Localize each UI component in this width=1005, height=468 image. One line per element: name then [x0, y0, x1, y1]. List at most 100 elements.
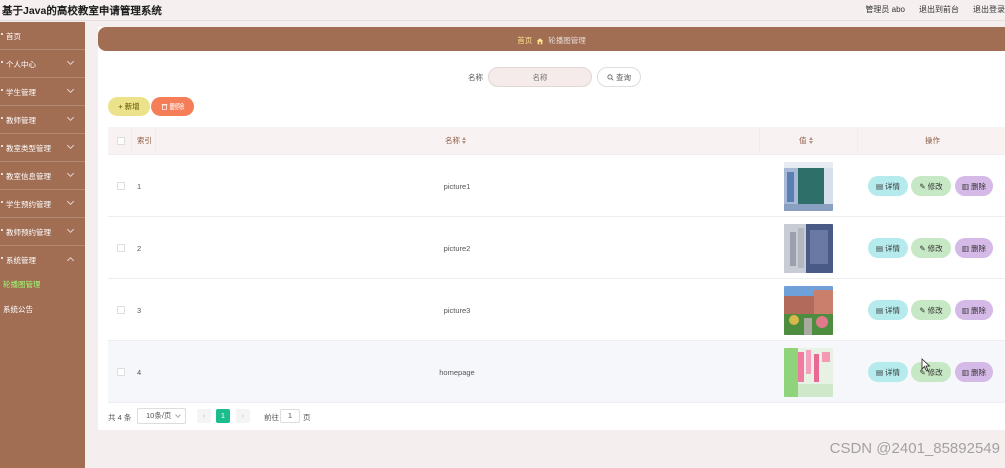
chevron-down-icon: [66, 225, 75, 234]
top-bar: 基于Java的高校教室申请管理系统 管理员 abo 退出到前台 退出登录: [0, 0, 1005, 21]
edit-button[interactable]: ✎ 修改: [911, 238, 951, 258]
delete-button[interactable]: ▥ 删除: [955, 362, 993, 382]
sidebar-item-label: 系统管理: [6, 256, 36, 265]
exit-front-link[interactable]: 退出到前台: [919, 4, 959, 15]
sidebar-item-students[interactable]: 学生管理: [0, 78, 85, 106]
sidebar-item-label: 学生预约管理: [6, 200, 51, 209]
goto-label: 前往: [264, 413, 279, 422]
sidebar-item-classroom-types[interactable]: 教室类型管理: [0, 134, 85, 162]
add-button[interactable]: + 新增: [108, 97, 150, 116]
pencil-icon: ✎: [919, 305, 926, 315]
table-row: 1 picture1 ▤ 详情 ✎ 修改 ▥ 删除: [108, 155, 1005, 217]
page-size-select[interactable]: 10条/页: [137, 408, 186, 424]
next-page-button[interactable]: ›: [236, 409, 250, 423]
select-all-cell: [117, 127, 125, 155]
batch-delete-button[interactable]: 删除: [151, 97, 194, 116]
prev-page-button[interactable]: ‹: [197, 409, 211, 423]
trash-icon: ▥: [961, 243, 970, 253]
pagination: 共 4 条 10条/页 ‹ 1 › 前往 1 页: [108, 408, 508, 424]
delete-button[interactable]: ▥ 删除: [955, 300, 993, 320]
sidebar-item-system[interactable]: 系统管理: [0, 246, 85, 274]
sidebar-item-student-booking[interactable]: 学生预约管理: [0, 190, 85, 218]
detail-button[interactable]: ▤ 详情: [868, 300, 908, 320]
edit-button[interactable]: ✎ 修改: [911, 362, 951, 382]
delete-button-label: 删除: [971, 181, 987, 191]
row-name: picture3: [443, 305, 471, 315]
sidebar-item-profile[interactable]: 个人中心: [0, 50, 85, 78]
detail-button-label: 详情: [885, 243, 901, 253]
pencil-icon: ✎: [919, 243, 926, 253]
page-number-active[interactable]: 1: [216, 409, 230, 423]
search-input[interactable]: [488, 67, 592, 87]
doc-icon: ▤: [875, 305, 884, 315]
header-name[interactable]: 名称: [445, 127, 467, 155]
pencil-icon: ✎: [919, 181, 926, 191]
sidebar-item-label: 教师管理: [6, 116, 36, 125]
main-content: 首页 轮播图管理 名称 查询 + 新增 删: [98, 27, 1005, 430]
search-bar: 名称 查询: [98, 67, 1005, 87]
row-index: 3: [137, 305, 142, 315]
detail-button[interactable]: ▤ 详情: [868, 238, 908, 258]
row-checkbox[interactable]: [117, 306, 125, 314]
detail-button[interactable]: ▤ 详情: [868, 176, 908, 196]
table-row: 3 picture3 ▤ 详情 ✎ 修改 ▥ 删除: [108, 279, 1005, 341]
header-name-label: 名称: [445, 136, 460, 145]
goto-page-input[interactable]: 1: [280, 409, 300, 423]
table-header: 索引 名称 值 操作: [108, 127, 1005, 155]
sidebar-item-teacher-booking[interactable]: 教师预约管理: [0, 218, 85, 246]
row-name: picture2: [443, 243, 471, 253]
edit-button-label: 修改: [927, 181, 943, 191]
header-value[interactable]: 值: [799, 127, 814, 155]
sidebar-item-classroom-info[interactable]: 教室信息管理: [0, 162, 85, 190]
edit-button[interactable]: ✎ 修改: [911, 176, 951, 196]
add-button-label: 新增: [124, 102, 140, 111]
delete-button[interactable]: ▥ 删除: [955, 238, 993, 258]
chevron-down-icon: [66, 197, 75, 206]
sidebar-item-label: 首页: [6, 32, 21, 41]
sidebar-subitem-notice[interactable]: 系统公告: [0, 297, 85, 321]
garden-thumbnail[interactable]: [784, 285, 833, 335]
building-thumbnail[interactable]: [784, 223, 833, 273]
bullet-icon: [1, 33, 3, 35]
banner-thumbnail[interactable]: [784, 347, 833, 397]
chevron-down-icon: [66, 113, 75, 122]
logout-link[interactable]: 退出登录: [973, 4, 1005, 15]
sidebar-subitem-label: 轮播图管理: [3, 280, 41, 289]
delete-button[interactable]: ▥ 删除: [955, 176, 993, 196]
sidebar-item-label: 教室类型管理: [6, 144, 51, 153]
chevron-down-icon: [66, 169, 75, 178]
sidebar-item-home[interactable]: 首页: [0, 22, 85, 50]
bullet-icon: [1, 145, 3, 147]
sidebar: 首页 个人中心 学生管理 教师管理 教室类型管理 教室信息管理 学生预约管理 教…: [0, 22, 85, 468]
row-checkbox[interactable]: [117, 182, 125, 190]
header-ops: 操作: [925, 136, 940, 145]
corridor-thumbnail[interactable]: [784, 161, 833, 211]
breadcrumb-home[interactable]: 首页: [517, 35, 532, 46]
sidebar-subitem-label: 系统公告: [3, 305, 33, 314]
page-size-value: 10条/页: [146, 411, 172, 420]
search-button[interactable]: 查询: [597, 67, 641, 87]
chevron-down-icon: [66, 141, 75, 150]
sidebar-item-teachers[interactable]: 教师管理: [0, 106, 85, 134]
delete-button-label: 删除: [971, 305, 987, 315]
select-all-checkbox[interactable]: [117, 137, 125, 145]
detail-button-label: 详情: [885, 181, 901, 191]
sidebar-item-label: 教师预约管理: [6, 228, 51, 237]
top-links: 管理员 abo 退出到前台 退出登录: [865, 4, 1005, 15]
detail-button[interactable]: ▤ 详情: [868, 362, 908, 382]
batch-delete-label: 删除: [169, 102, 185, 111]
edit-button[interactable]: ✎ 修改: [911, 300, 951, 320]
row-index: 4: [137, 367, 142, 377]
bullet-icon: [1, 117, 3, 119]
trash-icon: ▥: [961, 181, 970, 191]
doc-icon: ▤: [875, 367, 884, 377]
search-label: 名称: [468, 73, 483, 82]
bullet-icon: [1, 89, 3, 91]
sidebar-subitem-carousel[interactable]: 轮播图管理: [0, 272, 85, 296]
row-checkbox[interactable]: [117, 244, 125, 252]
sort-icon: [462, 137, 467, 144]
trash-icon: ▥: [961, 305, 970, 315]
bullet-icon: [1, 257, 3, 259]
trash-icon: ▥: [961, 367, 970, 377]
row-checkbox[interactable]: [117, 368, 125, 376]
